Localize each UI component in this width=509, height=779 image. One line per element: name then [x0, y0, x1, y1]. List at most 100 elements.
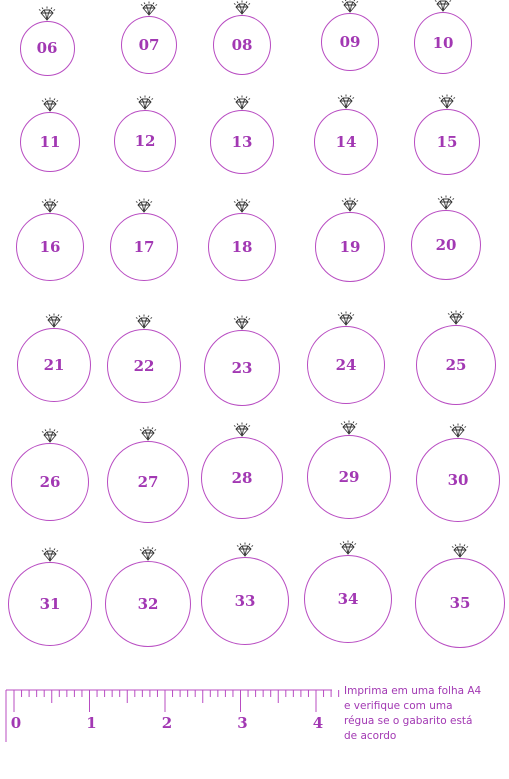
ring-size-label: 26	[39, 473, 61, 491]
diamond-icon	[337, 94, 355, 109]
diamond-icon	[233, 198, 251, 213]
diamond-icon	[139, 546, 157, 561]
diamond-icon	[135, 198, 153, 213]
ring-size-29: 29	[307, 435, 391, 519]
ring-size-label: 07	[138, 36, 160, 54]
ring-size-06: 06	[19, 20, 75, 76]
ruler-number: 3	[237, 714, 247, 732]
ring-size-26: 26	[11, 443, 89, 521]
ring-size-11: 11	[20, 112, 80, 172]
diamond-icon	[45, 313, 63, 328]
note-line: Imprima em uma folha A4	[344, 685, 482, 697]
ring-size-label: 10	[432, 34, 454, 52]
ring-size-07: 07	[121, 16, 177, 74]
ring-size-label: 15	[436, 133, 458, 151]
note-line: e verifique com uma	[344, 700, 453, 712]
ruler-number: 1	[86, 714, 96, 732]
ring-size-33: 33	[201, 557, 289, 645]
ring-size-label: 06	[36, 39, 58, 57]
diamond-icon	[451, 543, 469, 558]
diamond-icon	[233, 95, 251, 110]
ring-size-label: 22	[133, 357, 155, 375]
ring-size-32: 32	[105, 561, 191, 647]
diamond-icon	[135, 314, 153, 329]
ring-size-14: 14	[314, 109, 378, 175]
ring-size-label: 32	[137, 595, 159, 613]
ring-size-24: 24	[307, 326, 385, 404]
diamond-icon	[340, 420, 358, 435]
ring-size-label: 31	[39, 595, 61, 613]
diamond-icon	[140, 1, 158, 16]
ring-size-19: 19	[315, 212, 385, 282]
note-line: régua se o gabarito está	[344, 715, 473, 727]
ring-size-label: 34	[337, 590, 359, 608]
ring-size-22: 22	[107, 329, 181, 403]
ring-size-17: 17	[110, 213, 178, 281]
ruler: 0 1 2 3 4	[5, 689, 340, 742]
note-line: de acordo	[344, 730, 397, 742]
diamond-icon	[447, 310, 465, 325]
ring-size-13: 13	[210, 110, 274, 174]
ring-size-label: 29	[338, 468, 360, 486]
diamond-icon	[341, 0, 359, 13]
ring-size-label: 28	[231, 469, 253, 487]
ruler-number: 4	[313, 714, 323, 732]
diamond-icon	[233, 0, 251, 15]
diamond-icon	[437, 195, 455, 210]
ruler-number: 2	[162, 714, 172, 732]
diamond-icon	[438, 94, 456, 109]
ring-size-label: 19	[339, 238, 361, 256]
ring-size-28: 28	[201, 437, 283, 519]
ring-size-label: 23	[231, 359, 253, 377]
ring-size-label: 20	[435, 236, 457, 254]
ring-size-35: 35	[415, 558, 505, 648]
ring-size-label: 21	[43, 356, 65, 374]
diamond-icon	[337, 311, 355, 326]
ring-size-label: 17	[133, 238, 155, 256]
ring-size-label: 30	[447, 471, 469, 489]
diamond-icon	[41, 428, 59, 443]
ring-size-25: 25	[416, 325, 496, 405]
ring-size-label: 18	[231, 238, 253, 256]
diamond-icon	[434, 0, 452, 12]
diamond-icon	[339, 540, 357, 555]
ruler-number: 0	[11, 714, 21, 732]
ring-size-31: 31	[8, 562, 92, 646]
diamond-icon	[341, 197, 359, 212]
ring-size-label: 13	[231, 133, 253, 151]
diamond-icon	[41, 97, 59, 112]
diamond-icon	[41, 547, 59, 562]
ring-size-label: 25	[445, 356, 467, 374]
ring-size-label: 33	[234, 592, 256, 610]
ring-size-label: 09	[339, 33, 361, 51]
ring-size-18: 18	[208, 213, 276, 281]
ring-size-label: 35	[449, 594, 471, 612]
ring-size-27: 27	[107, 441, 189, 523]
ring-size-label: 08	[231, 36, 253, 54]
ring-size-23: 23	[204, 330, 280, 406]
ring-size-21: 21	[17, 328, 91, 402]
ring-size-16: 16	[16, 213, 84, 281]
ring-size-08: 08	[213, 15, 271, 75]
diamond-icon	[449, 423, 467, 438]
ring-size-label: 16	[39, 238, 61, 256]
diamond-icon	[233, 315, 251, 330]
diamond-icon	[236, 542, 254, 557]
diamond-icon	[41, 198, 59, 213]
ring-size-15: 15	[414, 109, 480, 175]
ring-size-34: 34	[304, 555, 392, 643]
diamond-icon	[38, 6, 56, 20]
ring-size-chart: 06 07 08 09 10 11 12 13 14 15 16 17 18 19 20 21 22 23 24 25…	[0, 0, 509, 779]
ring-size-label: 12	[134, 132, 156, 150]
ring-size-30: 30	[416, 438, 500, 522]
diamond-icon	[136, 95, 154, 110]
ring-size-12: 12	[114, 110, 176, 172]
ring-size-label: 27	[137, 473, 159, 491]
diamond-icon	[139, 426, 157, 441]
ring-size-label: 24	[335, 356, 357, 374]
ring-size-10: 10	[414, 12, 472, 74]
ring-size-label: 11	[39, 133, 61, 151]
ring-size-label: 14	[335, 133, 357, 151]
ring-size-20: 20	[411, 210, 481, 280]
ring-size-09: 09	[321, 13, 379, 71]
